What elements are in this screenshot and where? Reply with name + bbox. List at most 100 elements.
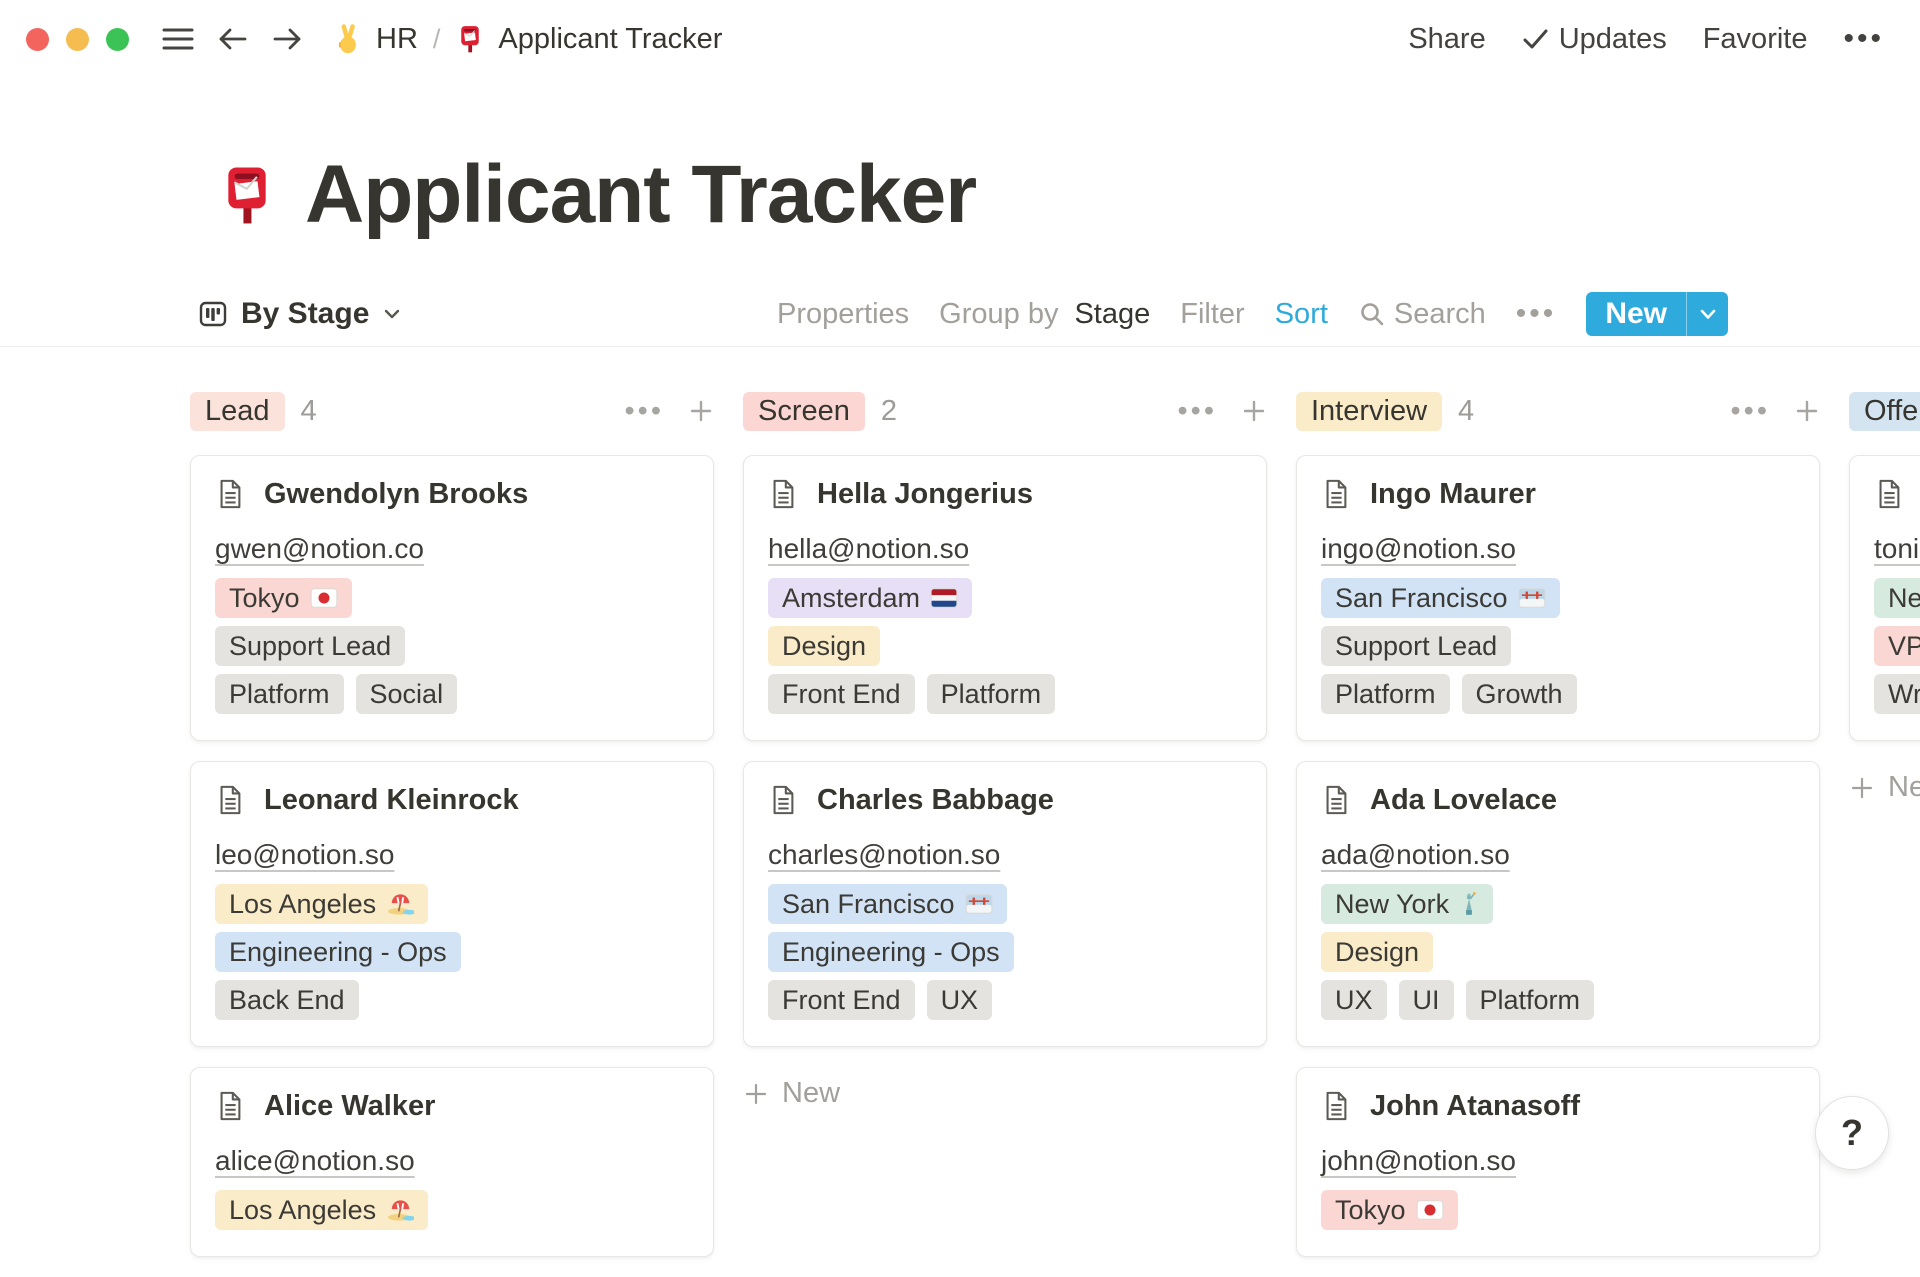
- tag-design: Design: [1321, 932, 1433, 972]
- card-leonard-kleinrock[interactable]: Leonard Kleinrock leo@notion.so Los Ange…: [190, 761, 714, 1047]
- sidebar-menu-icon[interactable]: [161, 25, 195, 53]
- tag-platform: Platform: [1321, 674, 1450, 714]
- tag-label: Front End: [782, 679, 901, 710]
- page-title[interactable]: Applicant Tracker: [305, 148, 976, 242]
- column-more-button[interactable]: •••: [1731, 395, 1770, 428]
- card-gwendolyn-brooks[interactable]: Gwendolyn Brooks gwen@notion.co Tokyo Su…: [190, 455, 714, 741]
- tag-label: Design: [1335, 937, 1419, 968]
- column-count: 4: [1458, 395, 1474, 428]
- tag-los-angeles: Los Angeles: [215, 884, 428, 924]
- minimize-window-button[interactable]: [66, 28, 89, 51]
- close-window-button[interactable]: [26, 28, 49, 51]
- page-doc-icon: [215, 784, 245, 816]
- forward-arrow-icon[interactable]: [271, 25, 303, 53]
- traffic-lights: [26, 28, 129, 51]
- page-doc-icon: [1321, 1090, 1351, 1122]
- column-header-interview: Interview 4 •••: [1296, 392, 1820, 430]
- board-column-lead: Lead 4 ••• Gwendolyn Brooks gwen@notion.…: [190, 392, 714, 1277]
- filter-button[interactable]: Filter: [1180, 298, 1244, 331]
- view-switcher-by-stage[interactable]: By Stage: [198, 297, 402, 331]
- new-button-chevron-down-icon[interactable]: [1687, 292, 1728, 336]
- card-name: Alice Walker: [264, 1090, 435, 1123]
- group-by-button[interactable]: Group by Stage: [939, 298, 1150, 331]
- new-record-button[interactable]: New: [1586, 292, 1728, 336]
- view-more-options-button[interactable]: •••: [1516, 297, 1557, 331]
- breadcrumb-page-applicant-tracker[interactable]: Applicant Tracker: [498, 23, 722, 56]
- card-toni[interactable]: T toni@ New VP o Writ: [1849, 455, 1920, 741]
- toolbar-actions: Properties Group by Stage Filter Sort Se…: [777, 292, 1728, 336]
- column-more-button[interactable]: •••: [625, 395, 664, 428]
- victory-hand-icon: [333, 24, 363, 54]
- tag-platform: Platform: [1466, 980, 1595, 1020]
- tag-writing: Writ: [1874, 674, 1920, 714]
- tag-label: Writ: [1888, 679, 1920, 710]
- card-email: leo@notion.so: [215, 838, 689, 872]
- card-ada-lovelace[interactable]: Ada Lovelace ada@notion.so New York Desi…: [1296, 761, 1820, 1047]
- column-badge-interview[interactable]: Interview: [1296, 392, 1442, 431]
- tag-label: Engineering - Ops: [229, 937, 447, 968]
- card-alice-walker[interactable]: Alice Walker alice@notion.so Los Angeles: [190, 1067, 714, 1257]
- column-header-offer: Offer: [1849, 392, 1920, 430]
- tag-label: San Francisco: [782, 889, 955, 920]
- column-badge-lead[interactable]: Lead: [190, 392, 285, 431]
- tag-label: Engineering - Ops: [782, 937, 1000, 968]
- tag-platform: Platform: [927, 674, 1056, 714]
- tag-label: Platform: [1335, 679, 1436, 710]
- page-doc-icon: [215, 478, 245, 510]
- tag-label: Support Lead: [1335, 631, 1497, 662]
- favorite-button[interactable]: Favorite: [1703, 23, 1808, 56]
- tag-ux: UX: [927, 980, 993, 1020]
- tag-label: San Francisco: [1335, 583, 1508, 614]
- card-john-atanasoff[interactable]: John Atanasoff john@notion.so Tokyo: [1296, 1067, 1820, 1257]
- page-doc-icon: [1321, 784, 1351, 816]
- add-card-label: New: [1888, 771, 1920, 804]
- topbar-actions: Share Updates Favorite •••: [1408, 22, 1920, 56]
- add-card-new-button[interactable]: New: [1849, 771, 1920, 804]
- tag-front-end: Front End: [768, 674, 915, 714]
- tag-social: Social: [356, 674, 458, 714]
- card-name: Ada Lovelace: [1370, 784, 1557, 817]
- notion-applicant-tracker-window: { "colors":{ "accent_blue":"#2EAADC", "t…: [0, 0, 1920, 1200]
- card-hella-jongerius[interactable]: Hella Jongerius hella@notion.so Amsterda…: [743, 455, 1267, 741]
- page-title-row: Applicant Tracker: [215, 148, 1920, 242]
- column-badge-offer[interactable]: Offer: [1849, 392, 1920, 431]
- tag-front-end: Front End: [768, 980, 915, 1020]
- card-email: toni@: [1874, 532, 1920, 566]
- updates-button[interactable]: Updates: [1522, 23, 1667, 56]
- tag-back-end: Back End: [215, 980, 359, 1020]
- postbox-icon-large[interactable]: [215, 163, 279, 227]
- tag-label: Front End: [782, 985, 901, 1016]
- card-charles-babbage[interactable]: Charles Babbage charles@notion.so San Fr…: [743, 761, 1267, 1047]
- column-more-button[interactable]: •••: [1178, 395, 1217, 428]
- tag-label: Social: [370, 679, 444, 710]
- tag-design: Design: [768, 626, 880, 666]
- more-options-button[interactable]: •••: [1843, 22, 1884, 56]
- sort-button[interactable]: Sort: [1275, 298, 1328, 331]
- tag-ux: UX: [1321, 980, 1387, 1020]
- tag-label: Design: [782, 631, 866, 662]
- back-arrow-icon[interactable]: [217, 25, 249, 53]
- add-card-new-button[interactable]: New: [743, 1077, 1267, 1110]
- tag-new-york: New: [1874, 578, 1920, 618]
- column-badge-screen[interactable]: Screen: [743, 392, 865, 431]
- zoom-window-button[interactable]: [106, 28, 129, 51]
- properties-button[interactable]: Properties: [777, 298, 909, 331]
- page-doc-icon: [768, 478, 798, 510]
- card-name: John Atanasoff: [1370, 1090, 1580, 1123]
- search-button[interactable]: Search: [1358, 298, 1486, 331]
- breadcrumb-workspace-hr[interactable]: HR: [376, 23, 418, 56]
- share-button[interactable]: Share: [1408, 23, 1485, 56]
- card-ingo-maurer[interactable]: Ingo Maurer ingo@notion.so San Francisco…: [1296, 455, 1820, 741]
- tag-label: Platform: [1480, 985, 1581, 1016]
- column-add-card-button[interactable]: [688, 398, 714, 424]
- postbox-icon: [455, 24, 485, 54]
- help-button[interactable]: ?: [1815, 1096, 1889, 1170]
- card-email: john@notion.so: [1321, 1144, 1795, 1178]
- card-email: ingo@notion.so: [1321, 532, 1795, 566]
- column-add-card-button[interactable]: [1794, 398, 1820, 424]
- tag-engineering-ops: Engineering - Ops: [215, 932, 461, 972]
- column-add-card-button[interactable]: [1241, 398, 1267, 424]
- card-name: Hella Jongerius: [817, 478, 1033, 511]
- new-record-label: New: [1586, 292, 1686, 336]
- column-actions: •••: [625, 395, 714, 428]
